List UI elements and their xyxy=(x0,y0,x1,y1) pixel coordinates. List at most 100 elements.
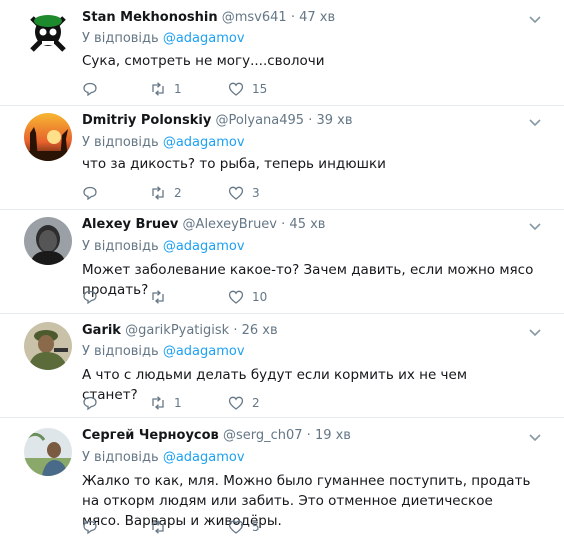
author-handle[interactable]: @Polyana495 xyxy=(215,113,304,128)
reply-button[interactable] xyxy=(82,80,98,98)
sunset-photo-icon xyxy=(24,113,72,161)
reply-button[interactable] xyxy=(82,184,98,202)
mention-link[interactable]: @adagamov xyxy=(163,31,245,46)
chevron-down-icon[interactable] xyxy=(528,115,542,129)
heart-icon xyxy=(228,186,244,200)
author-name[interactable]: Stan Mekhonoshin xyxy=(82,10,218,25)
tweet-text: Сука, смотреть не могу....сволочи xyxy=(82,53,325,69)
reply-prefix: У відповідь xyxy=(82,450,159,465)
tweet[interactable]: Сергей Черноусов @serg_ch07 · 19 хв У ві… xyxy=(0,418,564,538)
separator-dot: · xyxy=(290,10,295,25)
reply-icon xyxy=(83,82,97,97)
mention-link[interactable]: @adagamov xyxy=(163,344,245,359)
retweet-count: 1 xyxy=(174,82,182,96)
author-name[interactable]: Alexey Bruev xyxy=(82,217,178,232)
retweet-icon xyxy=(152,520,164,534)
author-handle[interactable]: @garikPyatigisk xyxy=(125,323,229,338)
like-button[interactable]: 10 xyxy=(228,288,267,306)
retweet-icon xyxy=(152,290,164,304)
timestamp[interactable]: 26 хв xyxy=(242,323,278,338)
reply-button[interactable] xyxy=(82,394,98,412)
chevron-down-icon[interactable] xyxy=(528,430,542,444)
reply-icon xyxy=(83,396,97,411)
reply-to-line: У відповідь @adagamov xyxy=(82,239,245,254)
outdoor-photo-icon xyxy=(24,428,72,476)
retweet-icon xyxy=(152,186,164,200)
retweet-button[interactable]: 2 xyxy=(150,184,182,202)
tweet-text: что за дикость? то рыба, теперь индюшки xyxy=(82,156,386,172)
avatar[interactable] xyxy=(24,10,72,58)
avatar[interactable] xyxy=(24,113,72,161)
avatar[interactable] xyxy=(24,428,72,476)
like-button[interactable]: 2 xyxy=(228,394,260,412)
separator-dot: · xyxy=(233,323,238,338)
tweet-header: Stan Mekhonoshin @msv641 · 47 хв xyxy=(82,10,335,25)
timestamp[interactable]: 39 хв xyxy=(316,113,352,128)
reply-feed: Stan Mekhonoshin @msv641 · 47 хв У відпо… xyxy=(0,0,564,538)
tweet-header: Alexey Bruev @AlexeyBruev · 45 хв xyxy=(82,217,325,232)
reply-button[interactable] xyxy=(82,518,98,536)
like-button[interactable]: 15 xyxy=(228,80,267,98)
heart-icon xyxy=(228,520,244,534)
like-count: 2 xyxy=(252,396,260,410)
reply-to-line: У відповідь @adagamov xyxy=(82,450,245,465)
tweet[interactable]: Stan Mekhonoshin @msv641 · 47 хв У відпо… xyxy=(0,0,564,106)
chevron-down-icon[interactable] xyxy=(528,219,542,233)
reply-icon xyxy=(83,186,97,201)
portrait-photo-icon xyxy=(24,217,72,265)
like-button[interactable]: 5 xyxy=(228,518,260,536)
reply-prefix: У відповідь xyxy=(82,135,159,150)
author-handle[interactable]: @AlexeyBruev xyxy=(183,217,277,232)
reply-prefix: У відповідь xyxy=(82,31,159,46)
tweet-header: Garik @garikPyatigisk · 26 хв xyxy=(82,323,278,338)
retweet-button[interactable]: 1 xyxy=(150,80,182,98)
author-name[interactable]: Garik xyxy=(82,323,121,338)
avatar[interactable] xyxy=(24,322,72,370)
separator-dot: · xyxy=(281,217,286,232)
retweet-button[interactable] xyxy=(150,288,174,306)
tweet[interactable]: Dmitriy Polonskiy @Polyana495 · 39 хв У … xyxy=(0,106,564,210)
timestamp[interactable]: 19 хв xyxy=(315,428,351,443)
soldier-photo-icon xyxy=(24,322,72,370)
reply-icon xyxy=(83,290,97,305)
like-count: 10 xyxy=(252,290,268,304)
chevron-down-icon[interactable] xyxy=(528,12,542,26)
reply-prefix: У відповідь xyxy=(82,239,159,254)
like-count: 3 xyxy=(252,186,260,200)
retweet-icon xyxy=(152,396,164,410)
mention-link[interactable]: @adagamov xyxy=(163,450,245,465)
reply-to-line: У відповідь @adagamov xyxy=(82,344,245,359)
separator-dot: · xyxy=(308,113,313,128)
tweet-text: А что с людьми делать будут если кормить… xyxy=(82,367,468,403)
chevron-down-icon[interactable] xyxy=(528,325,542,339)
tweet-header: Dmitriy Polonskiy @Polyana495 · 39 хв xyxy=(82,113,353,128)
tweet[interactable]: Alexey Bruev @AlexeyBruev · 45 хв У відп… xyxy=(0,210,564,314)
like-count: 15 xyxy=(252,82,268,96)
retweet-button[interactable] xyxy=(150,518,174,536)
author-handle[interactable]: @msv641 xyxy=(222,10,287,25)
author-name[interactable]: Сергей Черноусов xyxy=(82,428,219,443)
mention-link[interactable]: @adagamov xyxy=(163,239,245,254)
timestamp[interactable]: 47 хв xyxy=(299,10,335,25)
heart-icon xyxy=(228,82,244,96)
retweet-button[interactable]: 1 xyxy=(150,394,182,412)
like-count: 5 xyxy=(252,520,260,534)
retweet-icon xyxy=(152,82,164,96)
avatar[interactable] xyxy=(24,217,72,265)
heart-icon xyxy=(228,396,244,410)
timestamp[interactable]: 45 хв xyxy=(289,217,325,232)
author-name[interactable]: Dmitriy Polonskiy xyxy=(82,113,211,128)
tweet[interactable]: Garik @garikPyatigisk · 26 хв У відповід… xyxy=(0,314,564,418)
tweet-header: Сергей Черноусов @serg_ch07 · 19 хв xyxy=(82,428,351,443)
heart-icon xyxy=(228,290,244,304)
mention-link[interactable]: @adagamov xyxy=(163,135,245,150)
separator-dot: · xyxy=(306,428,311,443)
retweet-count: 1 xyxy=(174,396,182,410)
reply-icon xyxy=(83,520,97,535)
like-button[interactable]: 3 xyxy=(228,184,260,202)
reply-button[interactable] xyxy=(82,288,98,306)
reply-to-line: У відповідь @adagamov xyxy=(82,135,245,150)
reply-to-line: У відповідь @adagamov xyxy=(82,31,245,46)
author-handle[interactable]: @serg_ch07 xyxy=(223,428,303,443)
retweet-count: 2 xyxy=(174,186,182,200)
